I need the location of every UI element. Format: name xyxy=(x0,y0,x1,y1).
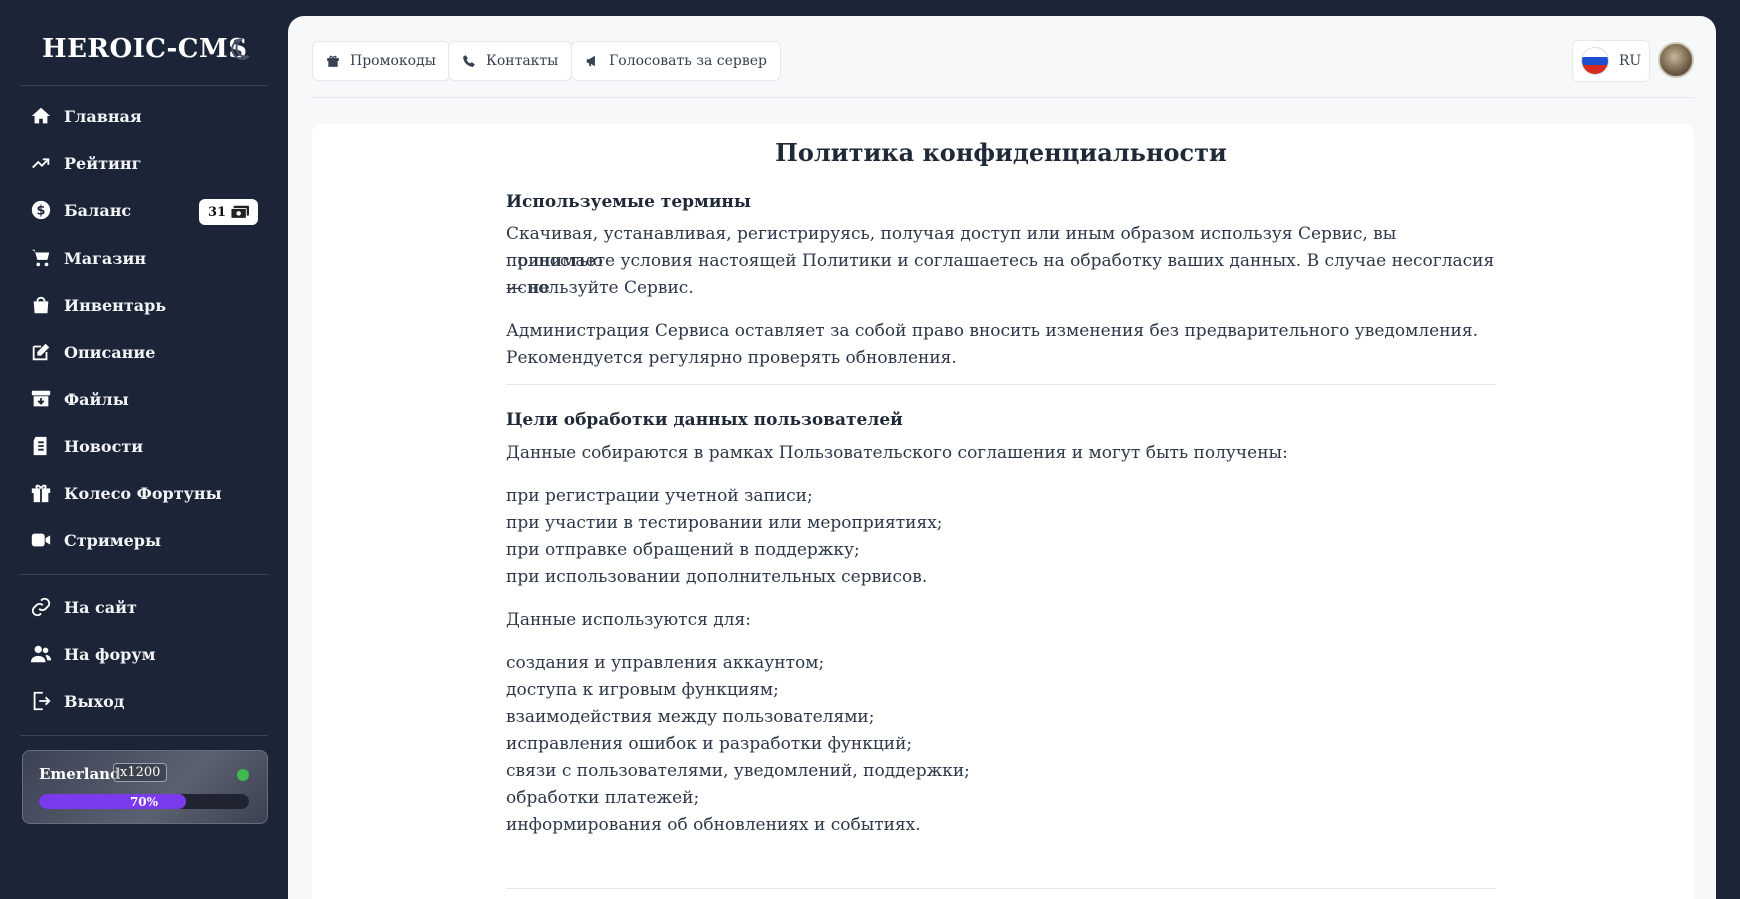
home-icon xyxy=(31,107,51,124)
phone-icon xyxy=(463,55,475,67)
logout-icon xyxy=(33,691,51,711)
paragraph-line: используйте Сервис. xyxy=(506,278,694,298)
megaphone-icon xyxy=(586,55,595,67)
sidebar-item-label: Новости xyxy=(64,436,144,456)
paragraph-line: Данные собираются в рамках Пользовательс… xyxy=(506,443,1288,463)
sidebar-item-label: Файлы xyxy=(64,389,129,409)
list-item: при регистрации учетной записи; xyxy=(506,486,813,506)
sidebar-item-balance[interactable]: $ Баланс xyxy=(30,195,131,225)
list-item: доступа к игровым функциям; xyxy=(506,680,779,700)
edit-icon xyxy=(32,343,50,361)
sidebar-item-label: Магазин xyxy=(64,248,147,268)
server-name: Emerland xyxy=(39,765,121,783)
sidebar-item-rating[interactable]: Рейтинг xyxy=(30,148,141,178)
list-item: создания и управления аккаунтом; xyxy=(506,653,825,673)
sidebar-item-label: Инвентарь xyxy=(64,295,167,315)
cart-icon xyxy=(31,249,50,267)
balance-badge: 31 xyxy=(199,199,258,225)
list-item: исправления ошибок и разработки функций; xyxy=(506,734,913,754)
paragraph-line: Данные используются для: xyxy=(506,610,751,630)
sidebar-item-description[interactable]: Описание xyxy=(30,337,155,367)
russia-flag-icon xyxy=(1580,47,1609,75)
button-label: Контакты xyxy=(486,53,559,69)
sidebar-item-logout[interactable]: Выход xyxy=(30,686,124,716)
shopping-bag-icon xyxy=(33,296,49,314)
paragraph-line: Администрация Сервиса оставляет за собой… xyxy=(506,321,1478,341)
sidebar-item-label: На форум xyxy=(64,644,156,664)
sidebar-item-home[interactable]: Главная xyxy=(30,101,142,131)
sidebar-item-files[interactable]: Файлы xyxy=(30,384,129,414)
sidebar-item-label: Выход xyxy=(64,691,125,711)
sidebar-divider xyxy=(20,735,268,736)
users-icon xyxy=(30,645,52,663)
section-divider xyxy=(506,888,1496,889)
user-avatar[interactable] xyxy=(1658,42,1694,78)
balance-value: 31 xyxy=(207,204,227,220)
list-item: при участии в тестировании или мероприят… xyxy=(506,513,943,533)
sidebar-item-label: Стримеры xyxy=(64,530,162,550)
sidebar-item-label: Рейтинг xyxy=(64,153,142,173)
svg-text:$: $ xyxy=(37,204,46,219)
section-divider xyxy=(506,384,1496,385)
content-card: Политика конфиденциальности Используемые… xyxy=(312,124,1694,899)
video-icon xyxy=(31,533,51,547)
sidebar-item-fortune-wheel[interactable]: Колесо Фортуны xyxy=(30,478,222,508)
language-code: RU xyxy=(1618,53,1642,69)
server-load-bar: 70% xyxy=(39,794,249,809)
sidebar-item-inventory[interactable]: Инвентарь xyxy=(30,290,166,320)
sidebar-item-label: На сайт xyxy=(64,597,137,617)
moon-icon[interactable] xyxy=(226,36,252,62)
server-load-label: 70% xyxy=(129,794,159,809)
archive-icon xyxy=(31,390,51,407)
topbar-divider xyxy=(312,97,1694,98)
main-panel: Промокоды Контакты Голосовать за сервер … xyxy=(288,16,1716,899)
money-icon xyxy=(231,205,250,219)
list-item: взаимодействия между пользователями; xyxy=(506,707,875,727)
section-heading: Используемые термины xyxy=(506,192,751,212)
page-title: Политика конфиденциальности xyxy=(775,138,1227,167)
sidebar-item-label: Баланс xyxy=(64,200,132,220)
sidebar-item-streamers[interactable]: Стримеры xyxy=(30,525,161,555)
paragraph-line: Рекомендуется регулярно проверять обновл… xyxy=(506,348,957,368)
sidebar: HEROIC-CMS Главная Рейтинг $ Баланс 31 М… xyxy=(0,0,288,899)
brand-logo[interactable]: HEROIC-CMS xyxy=(42,34,248,64)
vote-server-button[interactable]: Голосовать за сервер xyxy=(571,41,781,81)
sidebar-divider xyxy=(20,574,268,575)
button-label: Голосовать за сервер xyxy=(609,53,767,69)
list-item: информирования об обновлениях и событиях… xyxy=(506,815,921,835)
contacts-button[interactable]: Контакты xyxy=(448,41,573,81)
gift-icon xyxy=(31,484,51,503)
button-label: Промокоды xyxy=(350,53,436,69)
list-item: связи с пользователями, уведомлений, под… xyxy=(506,761,970,781)
sidebar-item-label: Колесо Фортуны xyxy=(64,483,222,503)
list-item: обработки платежей; xyxy=(506,788,700,808)
sidebar-item-label: Главная xyxy=(64,106,142,126)
server-online-indicator xyxy=(237,769,249,781)
sidebar-item-shop[interactable]: Магазин xyxy=(30,243,146,273)
sidebar-item-news[interactable]: Новости xyxy=(30,431,143,461)
sidebar-item-forum[interactable]: На форум xyxy=(30,639,155,669)
server-status-card[interactable]: Emerland x1200 70% xyxy=(22,750,268,824)
list-item: при отправке обращений в поддержку; xyxy=(506,540,860,560)
server-rate-badge: x1200 xyxy=(113,763,168,782)
sidebar-item-label: Описание xyxy=(64,342,156,362)
newspaper-icon xyxy=(33,436,47,456)
trending-up-icon xyxy=(32,158,50,169)
sidebar-divider xyxy=(20,85,268,86)
promocodes-button[interactable]: Промокоды xyxy=(312,41,450,81)
link-icon xyxy=(31,597,51,617)
section-heading: Цели обработки данных пользователей xyxy=(506,410,903,430)
language-selector[interactable]: RU xyxy=(1572,40,1650,82)
list-item: при использовании дополнительных сервисо… xyxy=(506,567,928,587)
sidebar-item-site[interactable]: На сайт xyxy=(30,592,137,622)
dollar-circle-icon: $ xyxy=(31,200,51,220)
gift-icon xyxy=(327,55,339,67)
